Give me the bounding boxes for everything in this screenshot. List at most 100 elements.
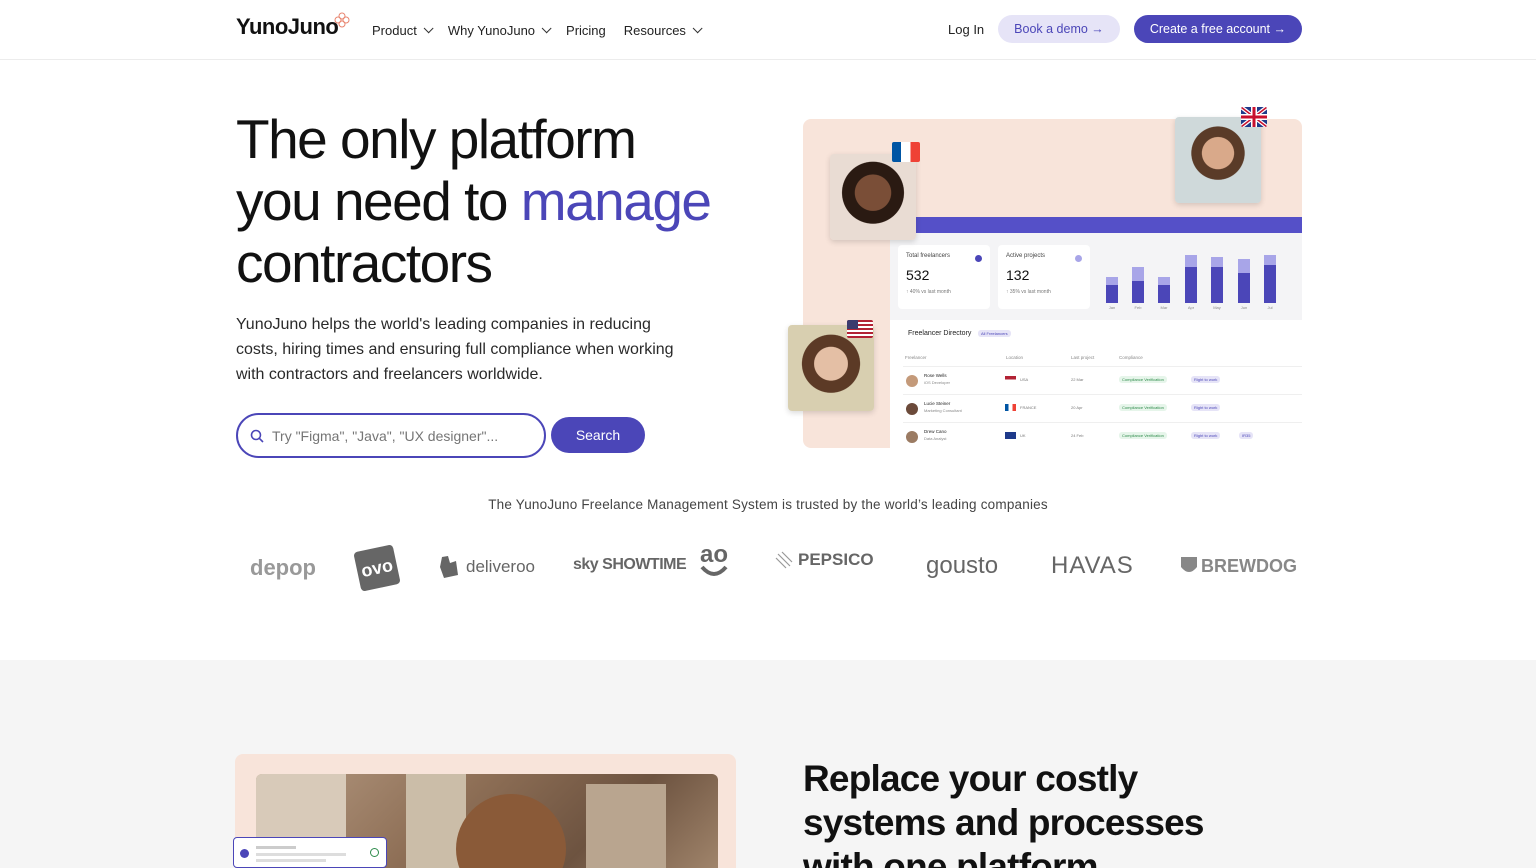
logo-ao: ao xyxy=(699,541,729,577)
create-account-button[interactable]: Create a free account → xyxy=(1133,15,1302,43)
top-nav: YunoJuno Product Why YunoJuno Pricing Re… xyxy=(0,0,1536,60)
chart-bar xyxy=(1132,267,1144,303)
stat-dot-icon xyxy=(975,255,982,262)
brand-flower-icon xyxy=(334,12,350,28)
logo-deliveroo: deliveroo xyxy=(438,555,535,579)
col-header-last-project: Last project xyxy=(1071,355,1095,360)
stat-card-freelancers: Total freelancers 532 ↑ 40% vs last mont… xyxy=(898,245,990,309)
chart-month-label: Feb xyxy=(1134,305,1142,310)
france-flag-icon xyxy=(892,142,920,162)
assessment-mini-card xyxy=(233,837,387,868)
row-date: 22 Mar xyxy=(1071,377,1084,382)
row-date: 20 Apr xyxy=(1071,405,1083,410)
mini-card-line xyxy=(256,846,296,849)
ao-smile-icon xyxy=(700,565,728,576)
nav-resources-label: Resources xyxy=(623,22,686,38)
col-header-freelancer: Freelancer xyxy=(905,355,927,360)
row-name: Lucie Steiner xyxy=(924,401,951,406)
chart-month-label: Jan xyxy=(1108,305,1116,310)
logo-pepsico: PEPSICO xyxy=(774,550,874,570)
trusted-by-text: The YunoJuno Freelance Management System… xyxy=(488,497,1048,512)
nav-pricing[interactable]: Pricing xyxy=(566,23,606,38)
status-dot-icon xyxy=(240,849,249,858)
logo-ovo: ovo xyxy=(353,544,401,592)
nav-pricing-label: Pricing xyxy=(566,22,606,38)
nav-links: Product Why YunoJuno Pricing Resources xyxy=(372,0,703,60)
row-name: Rose Wells xyxy=(924,373,947,378)
logo-skyshowtime: sky SHOWTIME xyxy=(573,556,687,573)
hero-title: The only platform you need to manage con… xyxy=(236,108,756,294)
chart-month-label: Jul xyxy=(1267,305,1273,310)
chart-month-label: Apr xyxy=(1187,305,1195,310)
nav-product-label: Product xyxy=(372,22,417,38)
nav-actions: Log In Book a demo → Create a free accou… xyxy=(948,15,1302,43)
uk-flag-icon xyxy=(1241,107,1267,127)
chart-bar xyxy=(1106,277,1118,303)
hero-title-line1: The only platform xyxy=(236,108,637,170)
table-row: Drew Cano Data Analyst UK 24 Feb Complia… xyxy=(903,422,1302,450)
nav-resources[interactable]: Resources xyxy=(623,22,703,38)
row-role: Marketing Consultant xyxy=(924,408,962,413)
chevron-down-icon xyxy=(541,22,552,33)
row-name: Drew Cano xyxy=(924,429,947,434)
chart-bar xyxy=(1264,255,1276,303)
compliance-tag: Compliance Verification xyxy=(1119,432,1167,439)
chart-month-label: May xyxy=(1213,305,1221,310)
logo-deliveroo-text: deliveroo xyxy=(466,557,535,576)
col-header-compliance: Compliance xyxy=(1119,355,1143,360)
table-row: Rose Wells iOS Developer USA 22 Mar Comp… xyxy=(903,366,1302,394)
chevron-down-icon xyxy=(692,22,703,33)
logo-gousto: gousto xyxy=(926,552,999,579)
nav-product[interactable]: Product xyxy=(372,22,434,38)
brand-logo[interactable]: YunoJuno xyxy=(236,14,339,40)
freelancer-photo-woman-curly xyxy=(830,154,916,240)
book-demo-button[interactable]: Book a demo → xyxy=(998,15,1120,43)
directory-badge: All Freelancers xyxy=(978,330,1011,337)
login-link[interactable]: Log In xyxy=(948,22,984,37)
chart-bar xyxy=(1238,259,1250,303)
logo-brewdog: BREWDOG xyxy=(1179,555,1297,577)
stat-value: 132 xyxy=(1006,267,1030,283)
search-button[interactable]: Search xyxy=(551,417,645,453)
nav-why-yunojuno[interactable]: Why YunoJuno xyxy=(448,23,552,38)
avatar xyxy=(906,403,918,415)
search-input[interactable] xyxy=(272,427,532,444)
logo-havas: HAVAS xyxy=(1051,552,1134,579)
pepsico-leaf-icon xyxy=(775,551,793,569)
stat-dot-icon xyxy=(1075,255,1082,262)
avatar xyxy=(906,431,918,443)
logo-brewdog-text: BREWDOG xyxy=(1201,555,1297,576)
logo-ao-text: ao xyxy=(699,541,728,568)
chart-bar xyxy=(1185,255,1197,303)
ir35-tag: IR35 xyxy=(1239,432,1254,439)
deliveroo-kangaroo-icon xyxy=(440,556,458,578)
us-flag-icon xyxy=(847,320,873,338)
stat-label: Active projects xyxy=(1006,253,1046,259)
row-location: UK xyxy=(1020,433,1026,438)
section2-title: Replace your costly systems and processe… xyxy=(803,758,1205,868)
row-location: USA xyxy=(1020,377,1029,382)
hero-title-line2: you need to xyxy=(236,170,521,232)
col-header-location: Location xyxy=(1006,355,1024,360)
row-role: iOS Developer xyxy=(924,380,951,385)
row-location: FRANCE xyxy=(1020,405,1037,410)
table-row: Lucie Steiner Marketing Consultant FRANC… xyxy=(903,394,1302,422)
stat-change: ↑ 40% vs last month xyxy=(906,289,951,295)
right-to-work-tag: Right to work xyxy=(1191,404,1221,411)
us-flag-icon xyxy=(1005,376,1016,383)
france-flag-icon xyxy=(1005,404,1016,411)
brewdog-shield-icon xyxy=(1181,557,1197,572)
freelancer-photo-man-glasses xyxy=(1175,117,1261,203)
search-icon xyxy=(250,429,264,443)
logo-depop: depop xyxy=(250,555,316,580)
compliance-tag: Compliance Verification xyxy=(1119,376,1167,383)
stat-value: 532 xyxy=(906,267,930,283)
uk-flag-icon xyxy=(1005,432,1016,439)
monthly-bar-chart: Jan Feb Mar Apr May Jun Jul xyxy=(1103,245,1283,310)
directory-title: Freelancer Directory xyxy=(908,330,972,337)
chart-bar xyxy=(1211,257,1223,303)
row-role: Data Analyst xyxy=(924,436,947,441)
hero-title-line3: contractors xyxy=(236,232,493,294)
check-icon xyxy=(370,848,379,857)
dashboard-header-bar xyxy=(913,217,1302,233)
